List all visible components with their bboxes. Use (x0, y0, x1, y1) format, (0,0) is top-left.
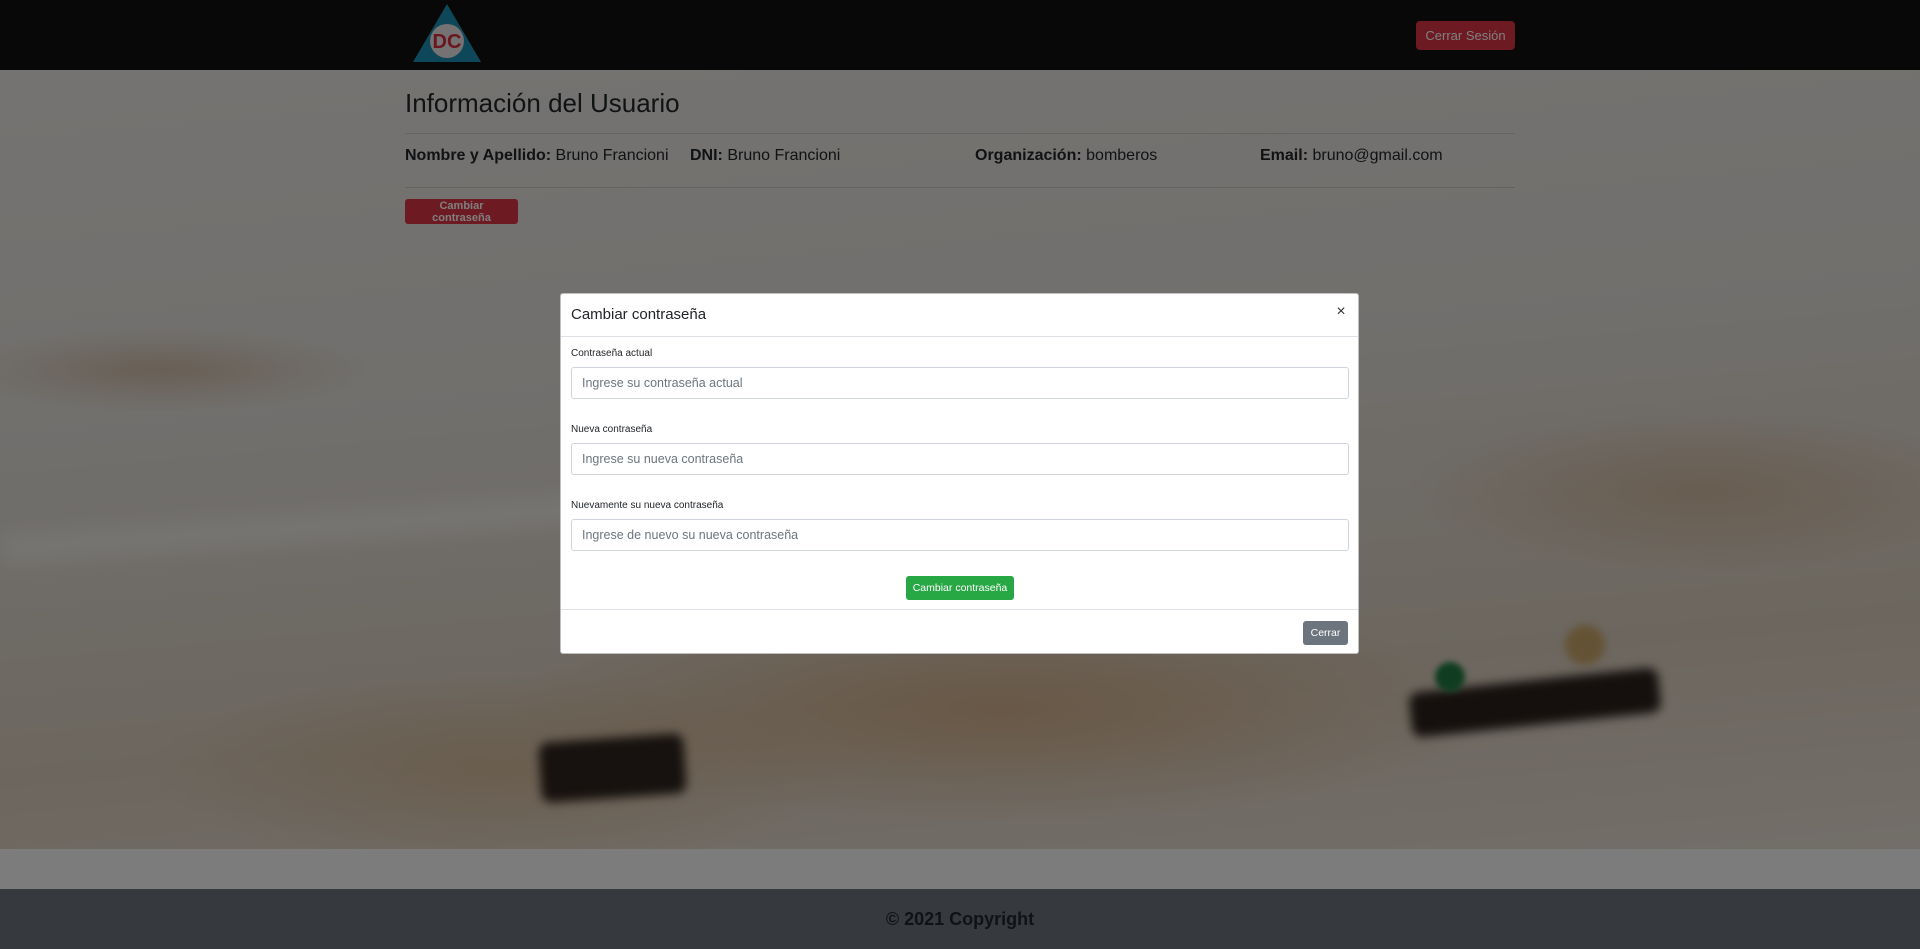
close-icon[interactable]: × (1333, 302, 1349, 322)
confirm-password-input[interactable] (571, 519, 1349, 551)
current-password-input[interactable] (571, 367, 1349, 399)
submit-change-password-button[interactable]: Cambiar contraseña (906, 576, 1014, 600)
confirm-password-label: Nuevamente su nueva contraseña (571, 500, 724, 511)
current-password-label: Contraseña actual (571, 348, 653, 359)
modal-header: Cambiar contraseña × (561, 294, 1358, 337)
new-password-label: Nueva contraseña (571, 424, 653, 435)
modal-title: Cambiar contraseña (571, 306, 707, 323)
change-password-modal: Cambiar contraseña × Contraseña actual N… (560, 293, 1359, 654)
modal-footer: Cerrar (561, 609, 1358, 653)
close-modal-button[interactable]: Cerrar (1303, 621, 1348, 645)
new-password-input[interactable] (571, 443, 1349, 475)
